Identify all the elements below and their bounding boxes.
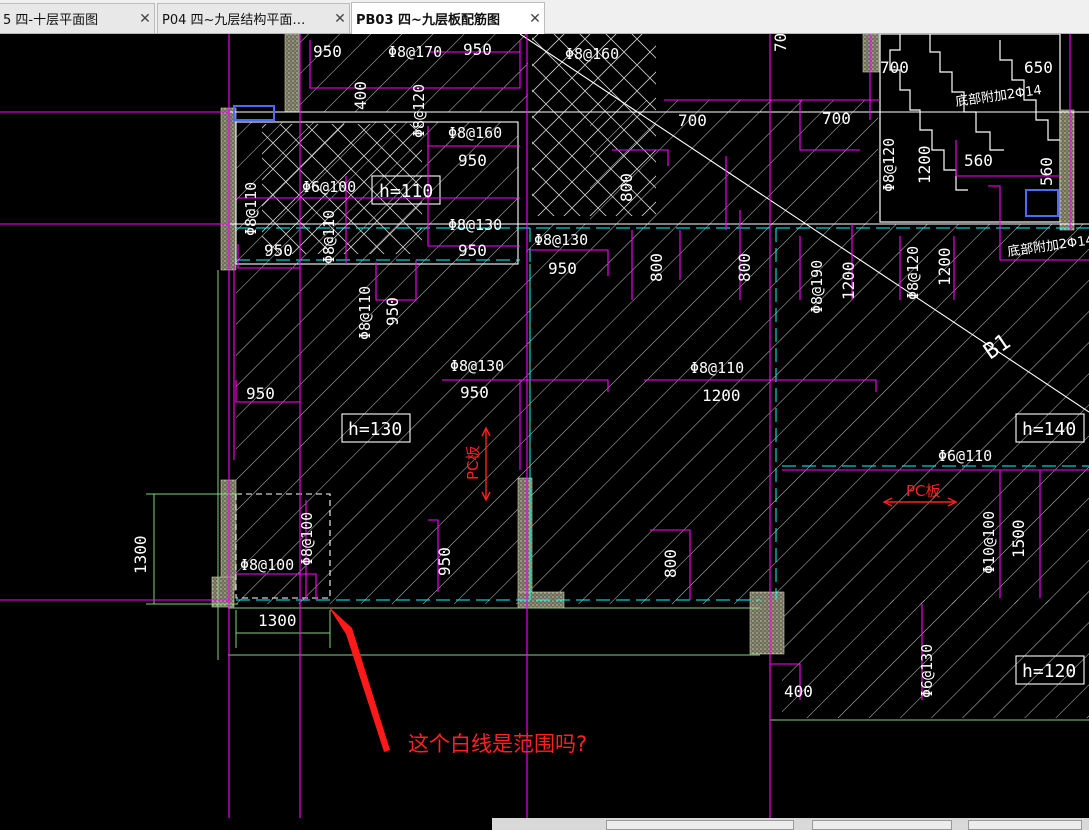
- dimension-label: 70: [771, 34, 790, 52]
- dimension-label: 950: [313, 42, 342, 61]
- dimension-label: 950: [246, 384, 275, 403]
- dimension-label: 800: [735, 253, 754, 282]
- dimension-label: 800: [617, 173, 636, 202]
- slab-height-label: h=140: [1022, 419, 1076, 440]
- rebar-label: Φ6@110: [938, 447, 992, 465]
- rebar-label: Φ8@110: [242, 182, 260, 236]
- status-field: [812, 820, 952, 830]
- rebar-label: Φ8@130: [450, 357, 504, 375]
- rebar-label: Φ8@130: [534, 231, 588, 249]
- status-field: [968, 820, 1082, 830]
- slab-height-label: h=110: [379, 181, 433, 202]
- status-field: [606, 820, 794, 830]
- rebar-label: Φ8@120: [410, 84, 428, 138]
- dimension-label: 700: [678, 111, 707, 130]
- dimension-label: 560: [1037, 157, 1056, 186]
- slab-height-label: h=120: [1022, 661, 1076, 682]
- dimension-label: 650: [1024, 58, 1053, 77]
- close-icon[interactable]: ✕: [136, 11, 154, 27]
- close-icon[interactable]: ✕: [331, 11, 349, 27]
- rebar-label: Φ8@110: [356, 286, 374, 340]
- dimension-label: 950: [264, 241, 293, 260]
- dimension-label: 700: [822, 109, 851, 128]
- rebar-label: Φ8@110: [690, 359, 744, 377]
- dimension-label: 1200: [702, 386, 741, 405]
- dimension-label: 560: [964, 151, 993, 170]
- dimension-label: 950: [383, 297, 402, 326]
- tab-structure-plan[interactable]: P04 四~九层结构平面… ✕: [157, 3, 350, 33]
- rebar-label: Φ8@160: [565, 45, 619, 63]
- cad-drawing-canvas[interactable]: h=110 h=130 h=140 h=120 Φ8@170 Φ8@160 Φ8…: [0, 34, 1089, 818]
- rebar-label: Φ10@100: [980, 511, 998, 574]
- tab-label: P04 四~九层结构平面…: [162, 13, 306, 28]
- dimension-label: 1200: [839, 261, 858, 300]
- annotation-arrow: [328, 606, 390, 752]
- dimension-label: 400: [351, 81, 370, 110]
- annotation-question: 这个白线是范围吗?: [408, 732, 587, 756]
- rebar-label: Φ8@170: [388, 43, 442, 61]
- dimension-label: 1200: [935, 247, 954, 286]
- dimension-label: 950: [458, 241, 487, 260]
- dimension-label: 1300: [258, 611, 297, 630]
- rebar-label: Φ6@100: [302, 178, 356, 196]
- rebar-label: Φ8@190: [808, 260, 826, 314]
- dimension-label: 700: [880, 58, 909, 77]
- rebar-label: Φ8@120: [904, 246, 922, 300]
- dimension-label: 950: [548, 259, 577, 278]
- dimension-label: 800: [647, 253, 666, 282]
- tab-slab-rebar[interactable]: PB03 四~九层板配筋图 ✕: [351, 2, 545, 34]
- dimension-label: 1200: [915, 145, 934, 184]
- rebar-label: Φ8@100: [240, 556, 294, 574]
- rebar-label: Φ8@130: [448, 216, 502, 234]
- rebar-label: Φ8@160: [448, 124, 502, 142]
- dimension-label: 950: [435, 547, 454, 576]
- tab-floor-plan[interactable]: 5 四-十层平面图 ✕: [0, 3, 155, 33]
- pc-label: PC板: [464, 445, 482, 480]
- document-tab-bar: 5 四-十层平面图 ✕ P04 四~九层结构平面… ✕ PB03 四~九层板配筋…: [0, 0, 1089, 34]
- dimension-label: 950: [458, 151, 487, 170]
- dimension-label: 1300: [131, 535, 150, 574]
- tab-label: PB03 四~九层板配筋图: [356, 13, 500, 28]
- pc-label: PC板: [906, 482, 941, 500]
- slab-height-label: h=130: [348, 419, 402, 440]
- dimension-label: 800: [661, 549, 680, 578]
- dimension-label: 400: [784, 682, 813, 701]
- note-label: 底部附加2Φ14: [954, 82, 1042, 110]
- dimension-label: 1500: [1009, 519, 1028, 558]
- slab-hatching: [236, 34, 1089, 718]
- rebar-label: Φ8@100: [298, 512, 316, 566]
- close-icon[interactable]: ✕: [526, 11, 544, 27]
- status-bar: [492, 818, 1089, 830]
- rebar-label: Φ8@120: [880, 138, 898, 192]
- tab-label: 5 四-十层平面图: [3, 13, 99, 28]
- rebar-label: Φ6@130: [918, 644, 936, 698]
- rebar-label: Φ8@110: [320, 210, 338, 264]
- dimension-label: 950: [463, 40, 492, 59]
- dimension-label: 950: [460, 383, 489, 402]
